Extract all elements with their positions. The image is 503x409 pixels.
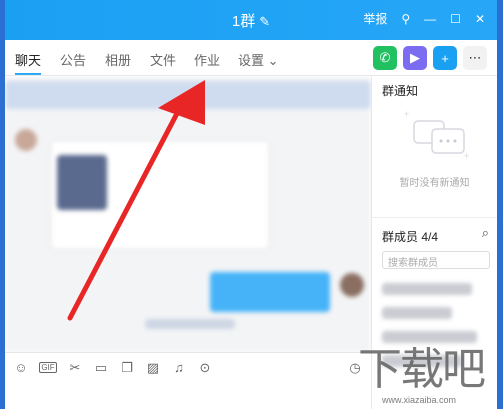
- maximize-icon[interactable]: ☐: [450, 12, 461, 26]
- bell-icon[interactable]: ♫: [171, 360, 187, 375]
- tab-album[interactable]: 相册: [105, 50, 131, 69]
- video-call-icon[interactable]: ▶: [403, 46, 427, 70]
- sent-message-bubble: [210, 272, 330, 312]
- tab-announcements[interactable]: 公告: [60, 50, 86, 69]
- close-icon[interactable]: ✕: [475, 12, 485, 26]
- list-item[interactable]: [382, 283, 472, 295]
- edit-title-icon[interactable]: ✎: [259, 14, 270, 29]
- document-icon[interactable]: ❐: [119, 360, 135, 376]
- chevron-down-icon: ⌄: [267, 53, 279, 68]
- more-icon[interactable]: ⊙: [197, 360, 213, 376]
- pin-icon[interactable]: ⚲: [401, 12, 410, 26]
- watermark-url: www.xiazaiba.com: [382, 395, 457, 405]
- member-search-input[interactable]: 搜索群成员: [382, 251, 490, 269]
- call-actions: ✆ ▶ + ⋯: [373, 46, 487, 70]
- empty-notice-illustration: + +: [404, 109, 469, 161]
- pinned-banner: [5, 81, 371, 109]
- tab-settings-label: 设置: [238, 53, 265, 68]
- group-name: 1群: [231, 13, 256, 30]
- system-notice: [145, 319, 235, 329]
- tab-files[interactable]: 文件: [150, 50, 176, 69]
- tab-homework[interactable]: 作业: [194, 50, 220, 69]
- voice-call-icon[interactable]: ✆: [373, 46, 397, 70]
- active-tab-indicator: [15, 73, 41, 75]
- title-bar: 1群 ✎ 举报 ⚲ ― ☐ ✕: [5, 0, 497, 40]
- input-toolbar: ☺ GIF ✂ ▭ ❐ ▨ ♫ ⊙ ◷: [5, 352, 371, 382]
- emoji-icon[interactable]: ☺: [13, 360, 29, 375]
- search-icon[interactable]: ⌕: [482, 225, 489, 241]
- message-input[interactable]: [5, 382, 371, 409]
- empty-notice-text: 暂时没有新通知: [399, 178, 470, 189]
- folder-icon[interactable]: ▭: [93, 360, 109, 376]
- image-icon[interactable]: ▨: [145, 360, 161, 376]
- gif-icon[interactable]: GIF: [39, 362, 57, 373]
- svg-text:+: +: [404, 109, 409, 119]
- tab-chat[interactable]: 聊天: [15, 50, 41, 69]
- report-link[interactable]: 举报: [363, 12, 387, 26]
- list-item[interactable]: [382, 307, 452, 319]
- group-notice-title: 群通知: [382, 84, 419, 98]
- avatar: [15, 129, 37, 151]
- svg-text:+: +: [464, 151, 469, 161]
- window-controls: 举报 ⚲ ― ☐ ✕: [363, 12, 485, 26]
- tab-bar: 聊天 公告 相册 文件 作业 设置 ⌄ ✆ ▶ + ⋯: [5, 40, 497, 76]
- minimize-icon[interactable]: ―: [424, 12, 436, 26]
- more-icon[interactable]: ⋯: [463, 46, 487, 70]
- chat-message-area[interactable]: [5, 77, 371, 352]
- divider: [372, 217, 497, 218]
- tab-settings[interactable]: 设置 ⌄: [238, 50, 279, 69]
- file-icon: [57, 155, 107, 210]
- avatar: [340, 273, 364, 297]
- members-title: 群成员 4/4: [382, 230, 439, 244]
- scissors-icon[interactable]: ✂: [67, 360, 83, 376]
- share-screen-icon[interactable]: +: [433, 46, 457, 70]
